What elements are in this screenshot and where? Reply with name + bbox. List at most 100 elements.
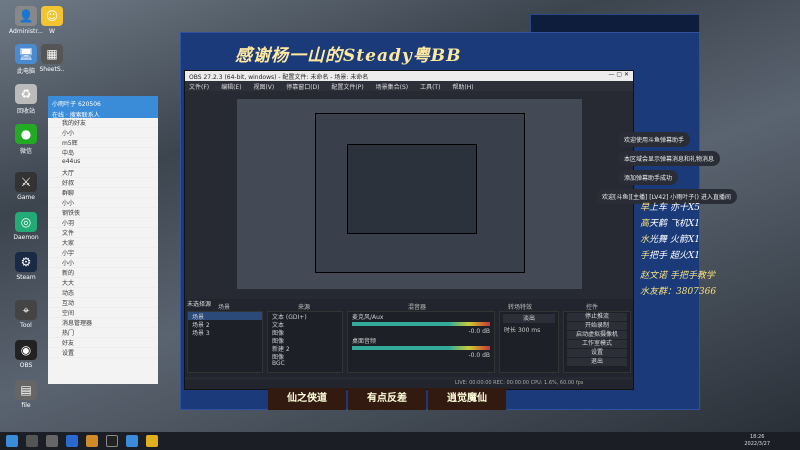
qq-item[interactable]: 大家 [48, 238, 158, 248]
qq-item[interactable]: 大大 [48, 278, 158, 288]
desktop-icon-daemon[interactable]: ◎ Daemon [4, 212, 48, 241]
obs-icon[interactable] [106, 435, 118, 447]
qq-item[interactable]: 小小 [48, 258, 158, 268]
desktop-icon-tool[interactable]: ⌖ Tool [4, 300, 48, 329]
qq-item[interactable]: 互动 [48, 298, 158, 308]
game-thumbnails: 仙之侠道 有点反差 逍觉魔仙 [268, 388, 598, 412]
desktop-icon-game[interactable]: ⚔ Game [4, 172, 48, 201]
start-record-button[interactable]: 开始录制 [567, 322, 627, 330]
obs-window[interactable]: OBS 27.2.3 (64-bit, windows) - 配置文件: 未命名… [184, 70, 634, 390]
menu-file[interactable]: 文件(F) [189, 84, 209, 91]
qq-item[interactable]: 我的好友 [48, 118, 158, 128]
sources-title: 来源 [298, 304, 311, 311]
desktop-icon-recycle[interactable]: ♻ 回收站 [4, 84, 48, 115]
game-thumb[interactable]: 仙之侠道 [268, 388, 346, 410]
controls-title: 控件 [586, 304, 599, 311]
explorer-icon[interactable] [86, 435, 98, 447]
window-controls[interactable]: — ▢ ✕ [608, 71, 629, 78]
game-thumb[interactable]: 逍觉魔仙 [428, 388, 506, 410]
obs-menubar: 文件(F) 编辑(E) 视图(V) 停靠窗口(D) 配置文件(P) 场景集合(S… [185, 81, 633, 91]
game-thumb[interactable]: 有点反差 [348, 388, 426, 410]
taskview-icon[interactable] [46, 435, 58, 447]
game-icon[interactable] [146, 435, 158, 447]
menu-tools[interactable]: 工具(T) [420, 84, 440, 91]
menu-view[interactable]: 视图(V) [253, 84, 274, 91]
no-source-label: 未选择源 [187, 301, 212, 308]
desktop-icon-obs[interactable]: ◉ OBS [4, 340, 48, 369]
leader-key: 高 [640, 219, 650, 229]
menu-help[interactable]: 帮助(H) [452, 84, 473, 91]
studio-mode-button[interactable]: 工作室模式 [567, 340, 627, 348]
sources-dock: 来源 文本 (GDI+) 文本 图像 图像 新建 2 图像 BGC [267, 304, 343, 373]
virtual-camera-button[interactable]: 启动虚拟摄像机 [567, 331, 627, 339]
obs-titlebar[interactable]: OBS 27.2.3 (64-bit, windows) - 配置文件: 未命名… [185, 71, 633, 81]
qq-item[interactable]: 设置 [48, 348, 158, 358]
obs-docks: 未选择源 场景 场景 场景 2 场景 3 来源 文本 (GDI+) 文本 图像 … [185, 299, 633, 377]
edge-icon[interactable] [66, 435, 78, 447]
menu-edit[interactable]: 编辑(E) [221, 84, 241, 91]
source-item[interactable]: 文本 [268, 320, 342, 329]
qq-item[interactable]: 小小 [48, 128, 158, 138]
menu-scene-collection[interactable]: 场景集合(S) [376, 84, 409, 91]
source-item[interactable]: 文本 (GDI+) [268, 312, 342, 321]
qq-item[interactable]: 新的 [48, 268, 158, 278]
leader-value: 上车 亦十X5 [649, 203, 701, 213]
qq-window[interactable]: 小雨叶子 620506 在线 · 搜索联系人 我的好友 小小 m5辉 中岛 e4… [48, 96, 158, 384]
desktop-icon-folder[interactable]: ▦ SheetS.. [30, 44, 74, 73]
obs-preview[interactable] [237, 99, 582, 289]
qq-item[interactable]: 钢铁侠 [48, 208, 158, 218]
footer-line-2: 水友群：3807366 [640, 287, 717, 297]
qq-item[interactable]: 好叔 [48, 178, 158, 188]
source-item[interactable]: BGC [268, 360, 342, 368]
scene-item[interactable]: 场景 2 [188, 320, 262, 329]
qq-icon[interactable] [126, 435, 138, 447]
transition-select[interactable]: 淡出 [503, 314, 555, 323]
menu-docks[interactable]: 停靠窗口(D) [286, 84, 319, 91]
desktop-icon-wechat[interactable]: ● 微信 [4, 124, 48, 155]
qq-item[interactable]: 群聊 [48, 188, 158, 198]
qq-item[interactable]: m5辉 [48, 138, 158, 148]
qq-item[interactable]: 大厅 [48, 168, 158, 178]
qq-nickname: 小雨叶子 [52, 101, 77, 108]
source-item[interactable]: 图像 [268, 328, 342, 337]
scene-item[interactable]: 场景 [188, 312, 262, 321]
qq-item[interactable]: 文件 [48, 228, 158, 238]
qq-item[interactable]: 动态 [48, 288, 158, 298]
qq-item[interactable]: 消息管理器 [48, 318, 158, 328]
exit-button[interactable]: 退出 [567, 358, 627, 366]
banner-text: 感谢杨一山的Steady粤BB [235, 46, 462, 66]
mixer-dock: 混音器 麦克风/Aux -0.0 dB 桌面音频 -0.0 dB [347, 304, 495, 373]
qq-item[interactable]: 空间 [48, 308, 158, 318]
leader-value: 天鹤 飞机X1 [649, 219, 701, 229]
controls-dock: 控件 停止推流 开始录制 启动虚拟摄像机 工作室模式 设置 退出 [563, 304, 631, 373]
mic-level: -0.0 dB [468, 328, 490, 335]
desktop-icon-app[interactable]: ☺ W [30, 6, 74, 35]
source-item[interactable]: 图像 [268, 352, 342, 361]
clock-time: 18:26 [749, 434, 765, 440]
stop-stream-button[interactable]: 停止推流 [567, 313, 627, 321]
clock[interactable]: 18:26 2022/3/27 [744, 434, 770, 448]
qq-item[interactable]: 热门 [48, 328, 158, 338]
mic-meter [352, 322, 490, 326]
qq-item[interactable]: 小小 [48, 198, 158, 208]
qq-item[interactable]: 中岛 [48, 148, 158, 158]
source-item[interactable]: 图像 [268, 336, 342, 345]
settings-button[interactable]: 设置 [567, 349, 627, 357]
desktop-icon-file[interactable]: ▤ file [4, 380, 48, 409]
chat-message: 添加弹幕助手成功 [618, 170, 679, 185]
qq-item[interactable]: e44us [48, 158, 158, 168]
duration-value[interactable]: 300 ms [518, 327, 540, 334]
scenes-title: 场景 [218, 304, 231, 311]
qq-item[interactable]: 好友 [48, 338, 158, 348]
source-item[interactable]: 新建 2 [268, 344, 342, 353]
scene-item[interactable]: 场景 3 [188, 328, 262, 337]
mixer-channel-desktop: 桌面音频 [352, 338, 377, 345]
desktop-icon-steam[interactable]: ⚙ Steam [4, 252, 48, 281]
search-icon[interactable] [26, 435, 38, 447]
clock-date: 2022/3/27 [744, 441, 770, 447]
qq-id: 620506 [77, 101, 101, 108]
qq-item[interactable]: 小宇 [48, 248, 158, 258]
qq-item[interactable]: 小羽 [48, 218, 158, 228]
start-icon[interactable] [6, 435, 18, 447]
menu-profile[interactable]: 配置文件(P) [331, 84, 363, 91]
